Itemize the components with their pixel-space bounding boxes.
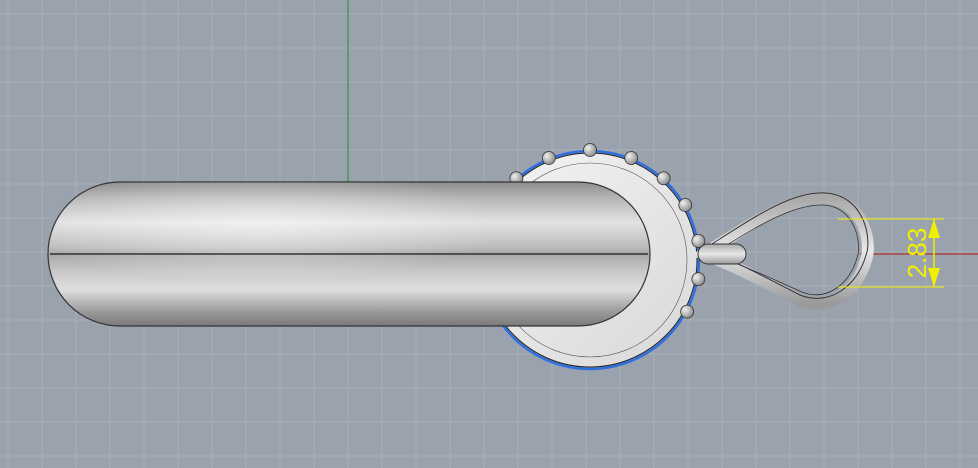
3d-viewport[interactable]: 2.83 [0,0,978,468]
viewport-canvas[interactable]: 2.83 [0,0,978,468]
capsule-body[interactable] [47,181,651,327]
bead [680,304,695,319]
bail-connector [697,243,747,265]
bead [624,151,639,165]
bead [583,143,597,157]
bead [678,198,693,212]
bead [656,171,671,186]
dimension-value: 2.83 [902,228,932,279]
bead [541,151,556,165]
bead [691,272,706,287]
